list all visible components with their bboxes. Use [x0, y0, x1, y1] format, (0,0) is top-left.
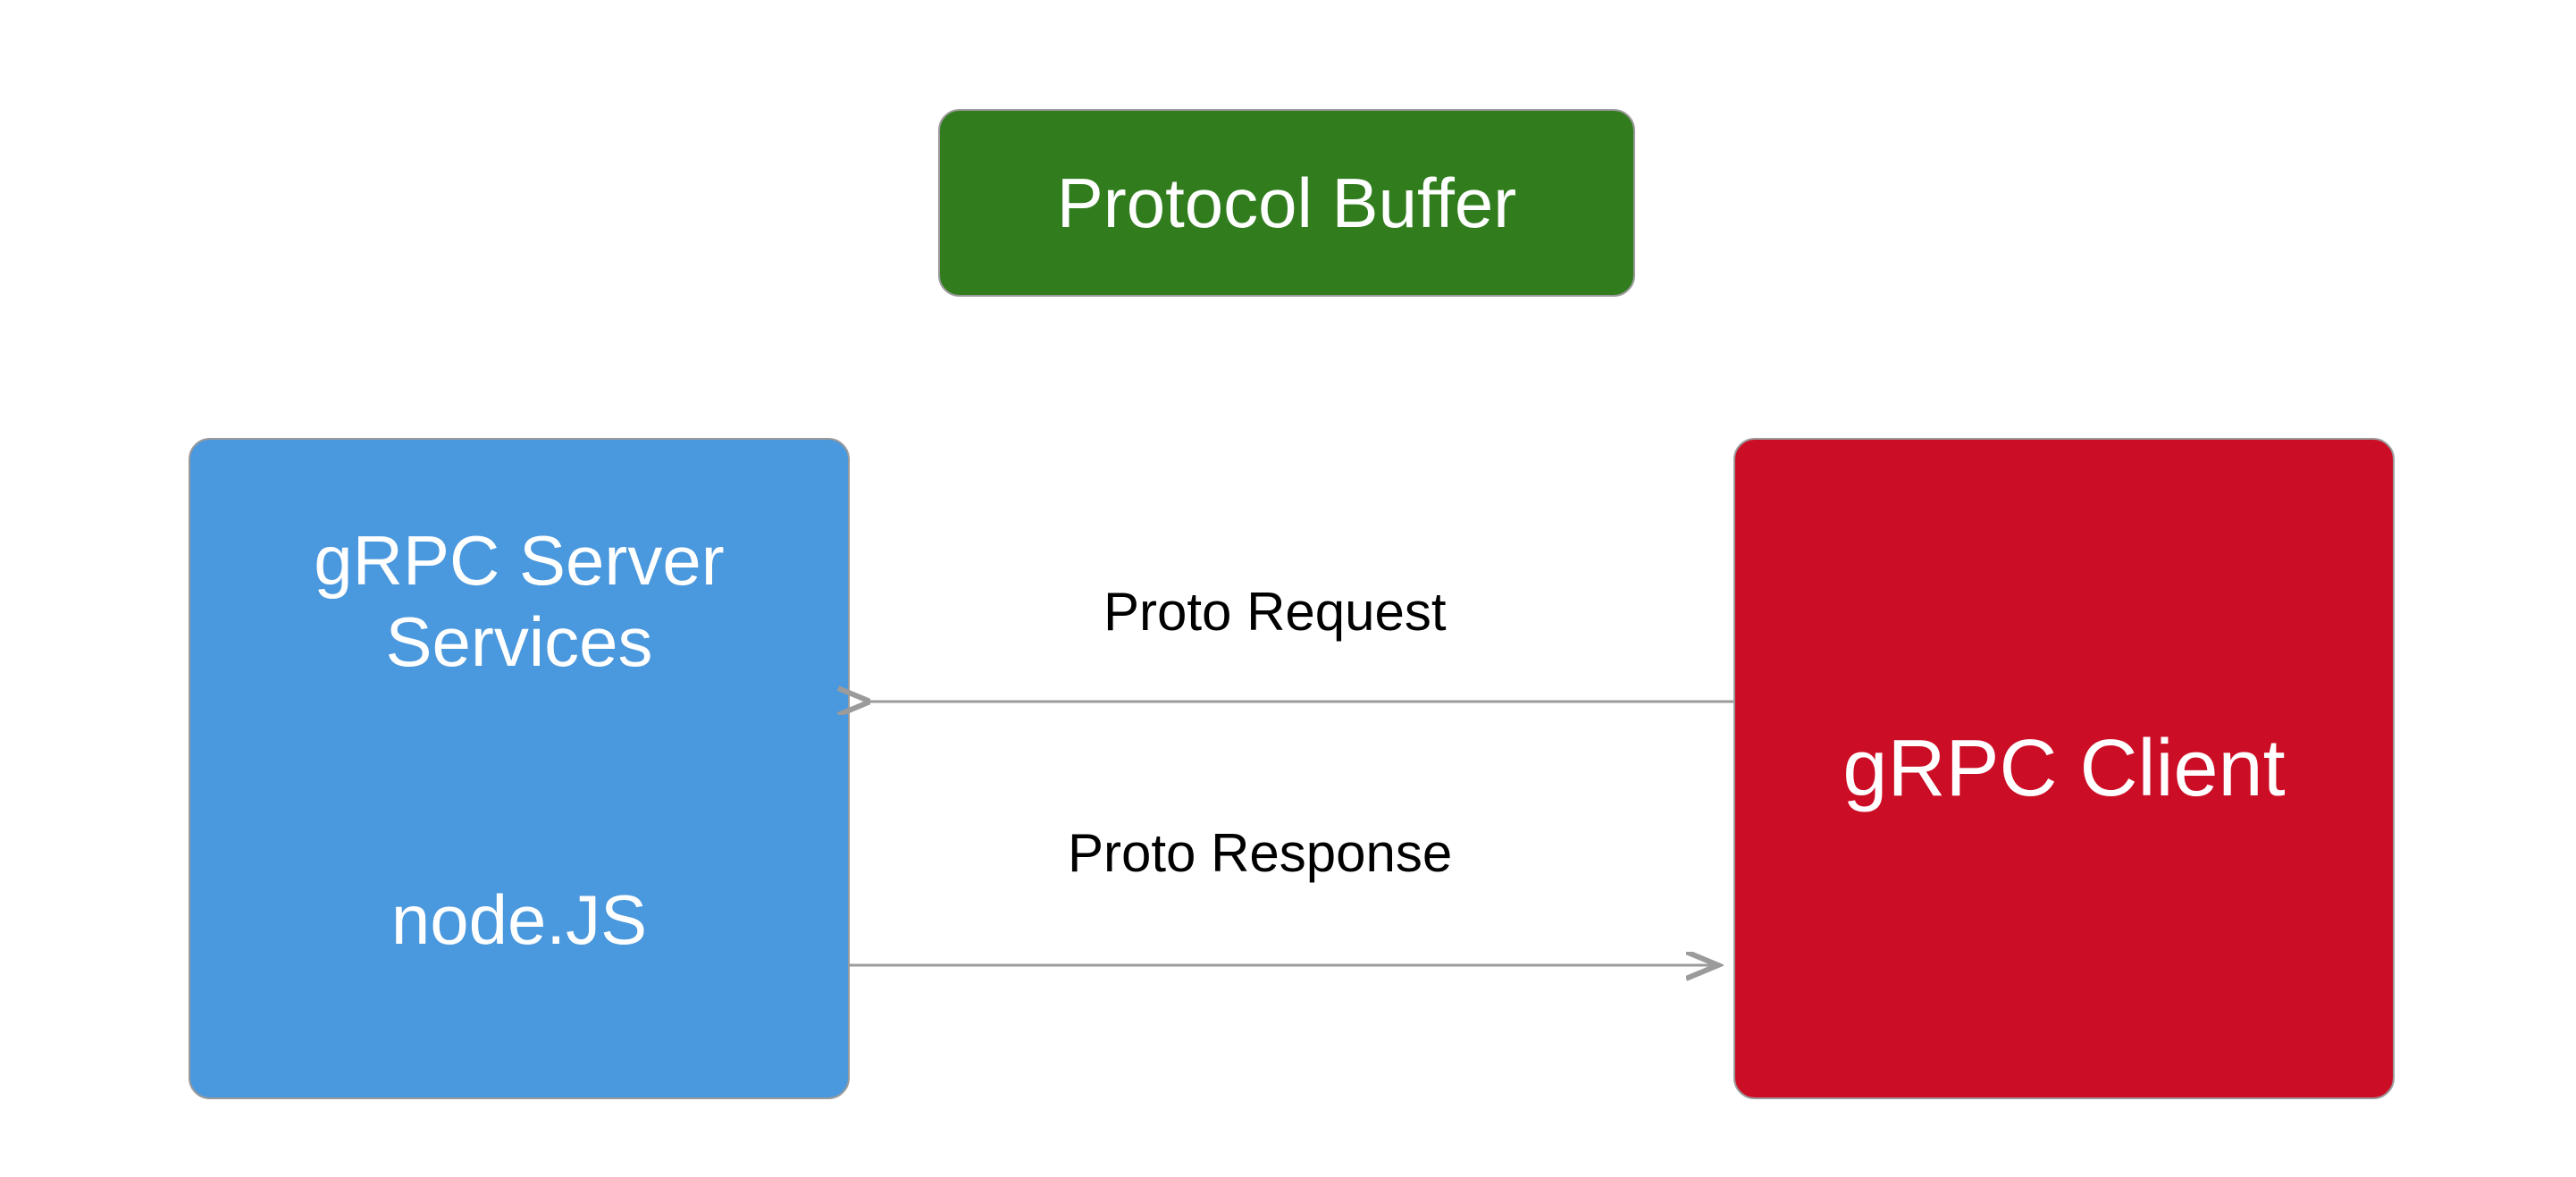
node-grpc-server-line3: node.JS	[391, 879, 647, 961]
node-grpc-client-label: gRPC Client	[1842, 723, 2285, 815]
diagram-canvas: Protocol Buffer gRPC Server Services nod…	[0, 0, 2576, 1177]
node-grpc-server: gRPC Server Services node.JS	[189, 438, 850, 1099]
node-protocol-buffer-label: Protocol Buffer	[1057, 163, 1517, 244]
node-grpc-server-line1: gRPC Server	[314, 520, 724, 601]
node-protocol-buffer: Protocol Buffer	[938, 109, 1635, 297]
node-grpc-server-line2: Services	[385, 601, 652, 683]
edge-response-label: Proto Response	[1068, 822, 1452, 884]
edge-request-label: Proto Request	[1103, 581, 1447, 643]
node-grpc-client: gRPC Client	[1733, 438, 2395, 1099]
